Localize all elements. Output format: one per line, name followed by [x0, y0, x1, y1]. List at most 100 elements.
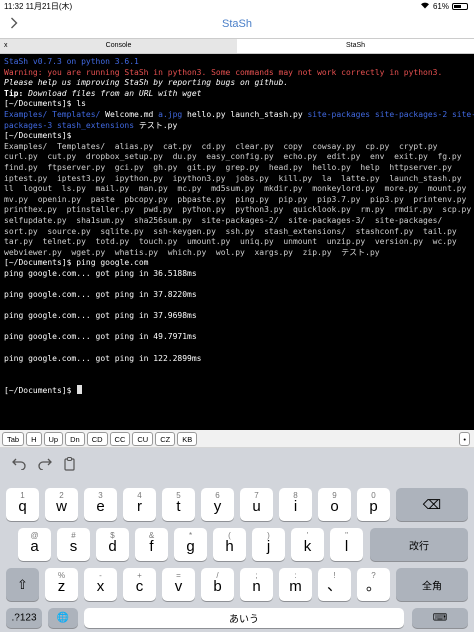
key-label: q	[18, 498, 27, 515]
terminal-text: selfupdate.py sha1sum.py sha256sum.py si…	[4, 215, 443, 225]
clipboard-icon[interactable]	[64, 457, 76, 474]
key-d[interactable]: $ d	[96, 528, 129, 561]
terminal-text: ping google.com... got ping in 37.9698ms	[4, 311, 197, 321]
extra-key-up[interactable]: Up	[43, 431, 64, 446]
key-label: t	[176, 498, 181, 515]
extra-key-cu[interactable]: CU	[132, 431, 154, 446]
key-label: x	[96, 578, 105, 595]
space-key[interactable]: あいう	[84, 608, 404, 628]
key-label: l	[344, 538, 349, 555]
key-f[interactable]: & f	[135, 528, 168, 561]
extra-key-dn[interactable]: Dn	[65, 431, 85, 446]
key-row3-1[interactable]: -x	[84, 568, 117, 601]
extra-key-cc[interactable]: CC	[109, 431, 131, 446]
wifi-icon	[420, 1, 430, 11]
terminal-line: ping google.com... got ping in 36.5188ms	[4, 269, 470, 280]
status-date: 11月21日(木)	[25, 2, 73, 11]
key-label: p	[369, 498, 378, 515]
status-battery-area: 61%	[420, 1, 468, 11]
key-label: w	[56, 498, 67, 515]
terminal-line: packages-3 stash_extensions テスト.py	[4, 121, 470, 132]
shift-key[interactable]: ⇧	[6, 568, 39, 601]
key-row3-3[interactable]: = v	[162, 568, 195, 601]
tab-stash[interactable]: StaSh	[237, 39, 474, 53]
return-key[interactable]: 改行	[370, 528, 468, 561]
key-u[interactable]: 7u	[240, 488, 273, 521]
keyboard-toolbar	[0, 448, 474, 482]
terminal-line: Examples/ Templates/ alias.py cat.py cd.…	[4, 142, 470, 153]
key-g[interactable]: * g	[174, 528, 207, 561]
key-row3-6[interactable]: :m	[279, 568, 312, 601]
terminal-line: sort.py source.py sqlite.py ssh-keygen.p…	[4, 227, 470, 238]
nav-bar: StaSh	[0, 12, 474, 38]
extra-key-cz[interactable]: CZ	[155, 431, 176, 446]
key-label: ⌫	[422, 496, 442, 512]
terminal-line: tar.py telnet.py totd.py touch.py umount…	[4, 237, 470, 248]
extra-key-tab[interactable]: Tab	[2, 431, 25, 446]
key-j[interactable]: ) j	[252, 528, 285, 561]
key-row3-2[interactable]: + c	[123, 568, 156, 601]
key-label: a	[30, 538, 39, 555]
key-k[interactable]: ' k	[291, 528, 324, 561]
delete-key[interactable]: ⌫	[396, 488, 468, 521]
key-e[interactable]: 3e	[84, 488, 117, 521]
numbers-key[interactable]: .?123	[6, 608, 42, 628]
key-h[interactable]: (h	[213, 528, 246, 561]
tab-bar: x Console StaSh	[0, 38, 474, 54]
extra-key-h[interactable]: H	[26, 431, 42, 446]
redo-icon[interactable]	[38, 457, 52, 473]
terminal-text: ll logout ls.py mail.py man.py mc.py md5…	[4, 184, 467, 194]
key-l[interactable]: " l	[330, 528, 363, 561]
fullwidth-key[interactable]: 全角	[396, 568, 468, 601]
key-q[interactable]: 1q	[6, 488, 39, 521]
tab-console[interactable]: x Console	[0, 39, 237, 53]
terminal-line: Tip: Download files from an URL with wge…	[4, 89, 470, 100]
battery-percent: 61%	[432, 1, 449, 11]
key-label: e	[96, 498, 105, 515]
terminal-text: a.jpg	[158, 109, 188, 119]
extra-key-kb[interactable]: KB	[177, 431, 198, 446]
terminal-text: ping google.com... got ping in 36.5188ms	[4, 268, 197, 278]
terminal-line: ping google.com... got ping in 122.2899m…	[4, 354, 470, 365]
close-icon[interactable]: x	[4, 39, 8, 53]
battery-fill	[454, 4, 461, 8]
terminal-text: [~/Documents]$ ls	[4, 99, 86, 109]
key-r[interactable]: 4r	[123, 488, 156, 521]
terminal-text: hello.py launch_stash.py	[187, 109, 308, 119]
keyboard-dismiss-icon[interactable]: ⌨	[412, 608, 468, 628]
key-row3-7[interactable]: !、	[318, 568, 351, 601]
extra-keys-bar: Tab H Up Dn CD CC CU CZ KB •	[0, 430, 474, 448]
extra-key-cd[interactable]: CD	[86, 431, 108, 446]
key-label: 、	[326, 577, 342, 594]
key-row3-4[interactable]: / b	[201, 568, 234, 601]
key-row3-8[interactable]: ?。	[357, 568, 390, 601]
key-s[interactable]: # s	[57, 528, 90, 561]
key-p[interactable]: 0p	[357, 488, 390, 521]
key-y[interactable]: 6y	[201, 488, 234, 521]
globe-icon[interactable]: 🌐	[48, 608, 78, 628]
key-w[interactable]: 2w	[45, 488, 78, 521]
terminal-text: [~/Documents]$	[4, 386, 77, 396]
key-label: 。	[365, 577, 381, 594]
key-label: 全角	[422, 581, 442, 592]
terminal-text: [~/Documents]$ ping google.com	[4, 258, 149, 268]
key-row3-5[interactable]: ; n	[240, 568, 273, 601]
key-i[interactable]: 8i	[279, 488, 312, 521]
terminal-line: ping google.com... got ping in 37.9698ms	[4, 311, 470, 322]
terminal-line: printhex.py ptinstaller.py pwd.py python…	[4, 205, 471, 216]
key-label: 🌐	[56, 612, 70, 624]
key-t[interactable]: 5t	[162, 488, 195, 521]
key-row3-0[interactable]: % z	[45, 568, 78, 601]
key-label: .?123	[11, 612, 37, 624]
key-o[interactable]: 9o	[318, 488, 351, 521]
terminal-text: iptest.py iptest3.py ipython.py ipython3…	[4, 173, 462, 183]
more-keys-button[interactable]: •	[459, 432, 470, 446]
undo-icon[interactable]	[12, 457, 26, 473]
terminal-output[interactable]: StaSh v0.7.3 on python 3.6.1 Warning: you…	[0, 54, 474, 430]
key-a[interactable]: @ a	[18, 528, 51, 561]
